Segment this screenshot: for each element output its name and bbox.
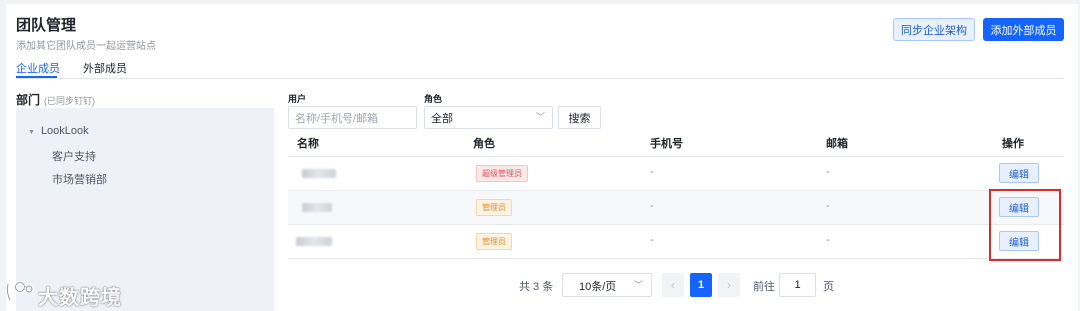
phone-cell: - (650, 200, 654, 212)
column-header-email: 邮箱 (826, 138, 848, 150)
tree-node-customer-support[interactable]: 客户支持 (52, 148, 96, 164)
team-management-card: 团队管理 添加其它团队成员一起运营站点 同步企业架构 添加外部成员 企业成员 外… (6, 4, 1078, 311)
column-header-actions: 操作 (1002, 138, 1024, 150)
column-header-phone: 手机号 (650, 138, 683, 150)
tabs-divider (16, 78, 1064, 79)
tab-enterprise-members[interactable]: 企业成员 (16, 60, 60, 76)
table-row: 管理员 - - 编辑 (288, 224, 1064, 259)
sync-org-button[interactable]: 同步企业架构 (893, 18, 975, 41)
blurred-name (302, 169, 336, 178)
role-badge-admin: 管理员 (476, 199, 512, 216)
tab-external-members[interactable]: 外部成员 (83, 60, 127, 76)
add-external-member-button[interactable]: 添加外部成员 (983, 18, 1064, 41)
column-header-name: 名称 (297, 138, 319, 150)
edit-buttons-highlight (989, 189, 1061, 261)
email-cell: - (826, 200, 830, 212)
department-sync-note: (已同步钉钉) (44, 96, 96, 106)
page-subtitle: 添加其它团队成员一起运营站点 (16, 41, 156, 52)
tree-node-label: LookLook (40, 125, 89, 137)
goto-page-input[interactable]: 1 (779, 273, 816, 297)
department-title: 部门 (16, 93, 41, 107)
tree-node-marketing[interactable]: 市场营销部 (52, 171, 107, 187)
chevron-down-icon: ﹀ (633, 280, 643, 290)
page-number-current[interactable]: 1 (690, 273, 712, 297)
prev-page-icon[interactable]: ‹ (662, 273, 684, 297)
search-button[interactable]: 搜索 (558, 106, 601, 129)
page-title: 团队管理 (16, 17, 77, 34)
role-badge-admin: 管理员 (476, 233, 512, 250)
email-cell: - (826, 234, 830, 246)
tree-node-root[interactable]: ▼ LookLook (28, 125, 89, 137)
department-heading: 部门 (已同步钉钉) (16, 91, 95, 108)
page-size-select[interactable]: 10条/页 ﹀ (562, 273, 652, 297)
table-row: 超级管理员 - - 编辑 (288, 156, 1064, 190)
goto-label: 前往 (753, 281, 775, 293)
blurred-name (296, 237, 332, 246)
email-cell: - (826, 166, 830, 178)
watermark-logo: 大数跨境 (4, 278, 144, 309)
next-page-icon[interactable]: › (718, 273, 740, 297)
role-badge-super-admin: 超级管理员 (476, 165, 528, 182)
edit-button[interactable]: 编辑 (999, 163, 1039, 183)
page-size-value: 10条/页 (579, 281, 617, 293)
column-header-role: 角色 (473, 138, 495, 150)
role-select-value: 全部 (431, 113, 453, 125)
user-search-input[interactable]: 名称/手机号/邮箱 (288, 106, 417, 129)
table-row: 管理员 - - 编辑 (288, 190, 1064, 224)
user-filter-label: 用户 (288, 94, 307, 104)
phone-cell: - (650, 234, 654, 246)
pagination-total: 共 3 条 (519, 281, 554, 293)
caret-down-icon[interactable]: ▼ (28, 129, 35, 136)
watermark-text: 大数跨境 (38, 287, 122, 309)
chevron-down-icon: ﹀ (535, 112, 545, 122)
phone-cell: - (650, 166, 654, 178)
page-suffix: 页 (823, 281, 834, 293)
role-select[interactable]: 全部 ﹀ (424, 106, 553, 129)
blurred-name (302, 203, 332, 212)
brand-logo-icon (5, 281, 34, 301)
role-filter-label: 角色 (424, 94, 443, 104)
